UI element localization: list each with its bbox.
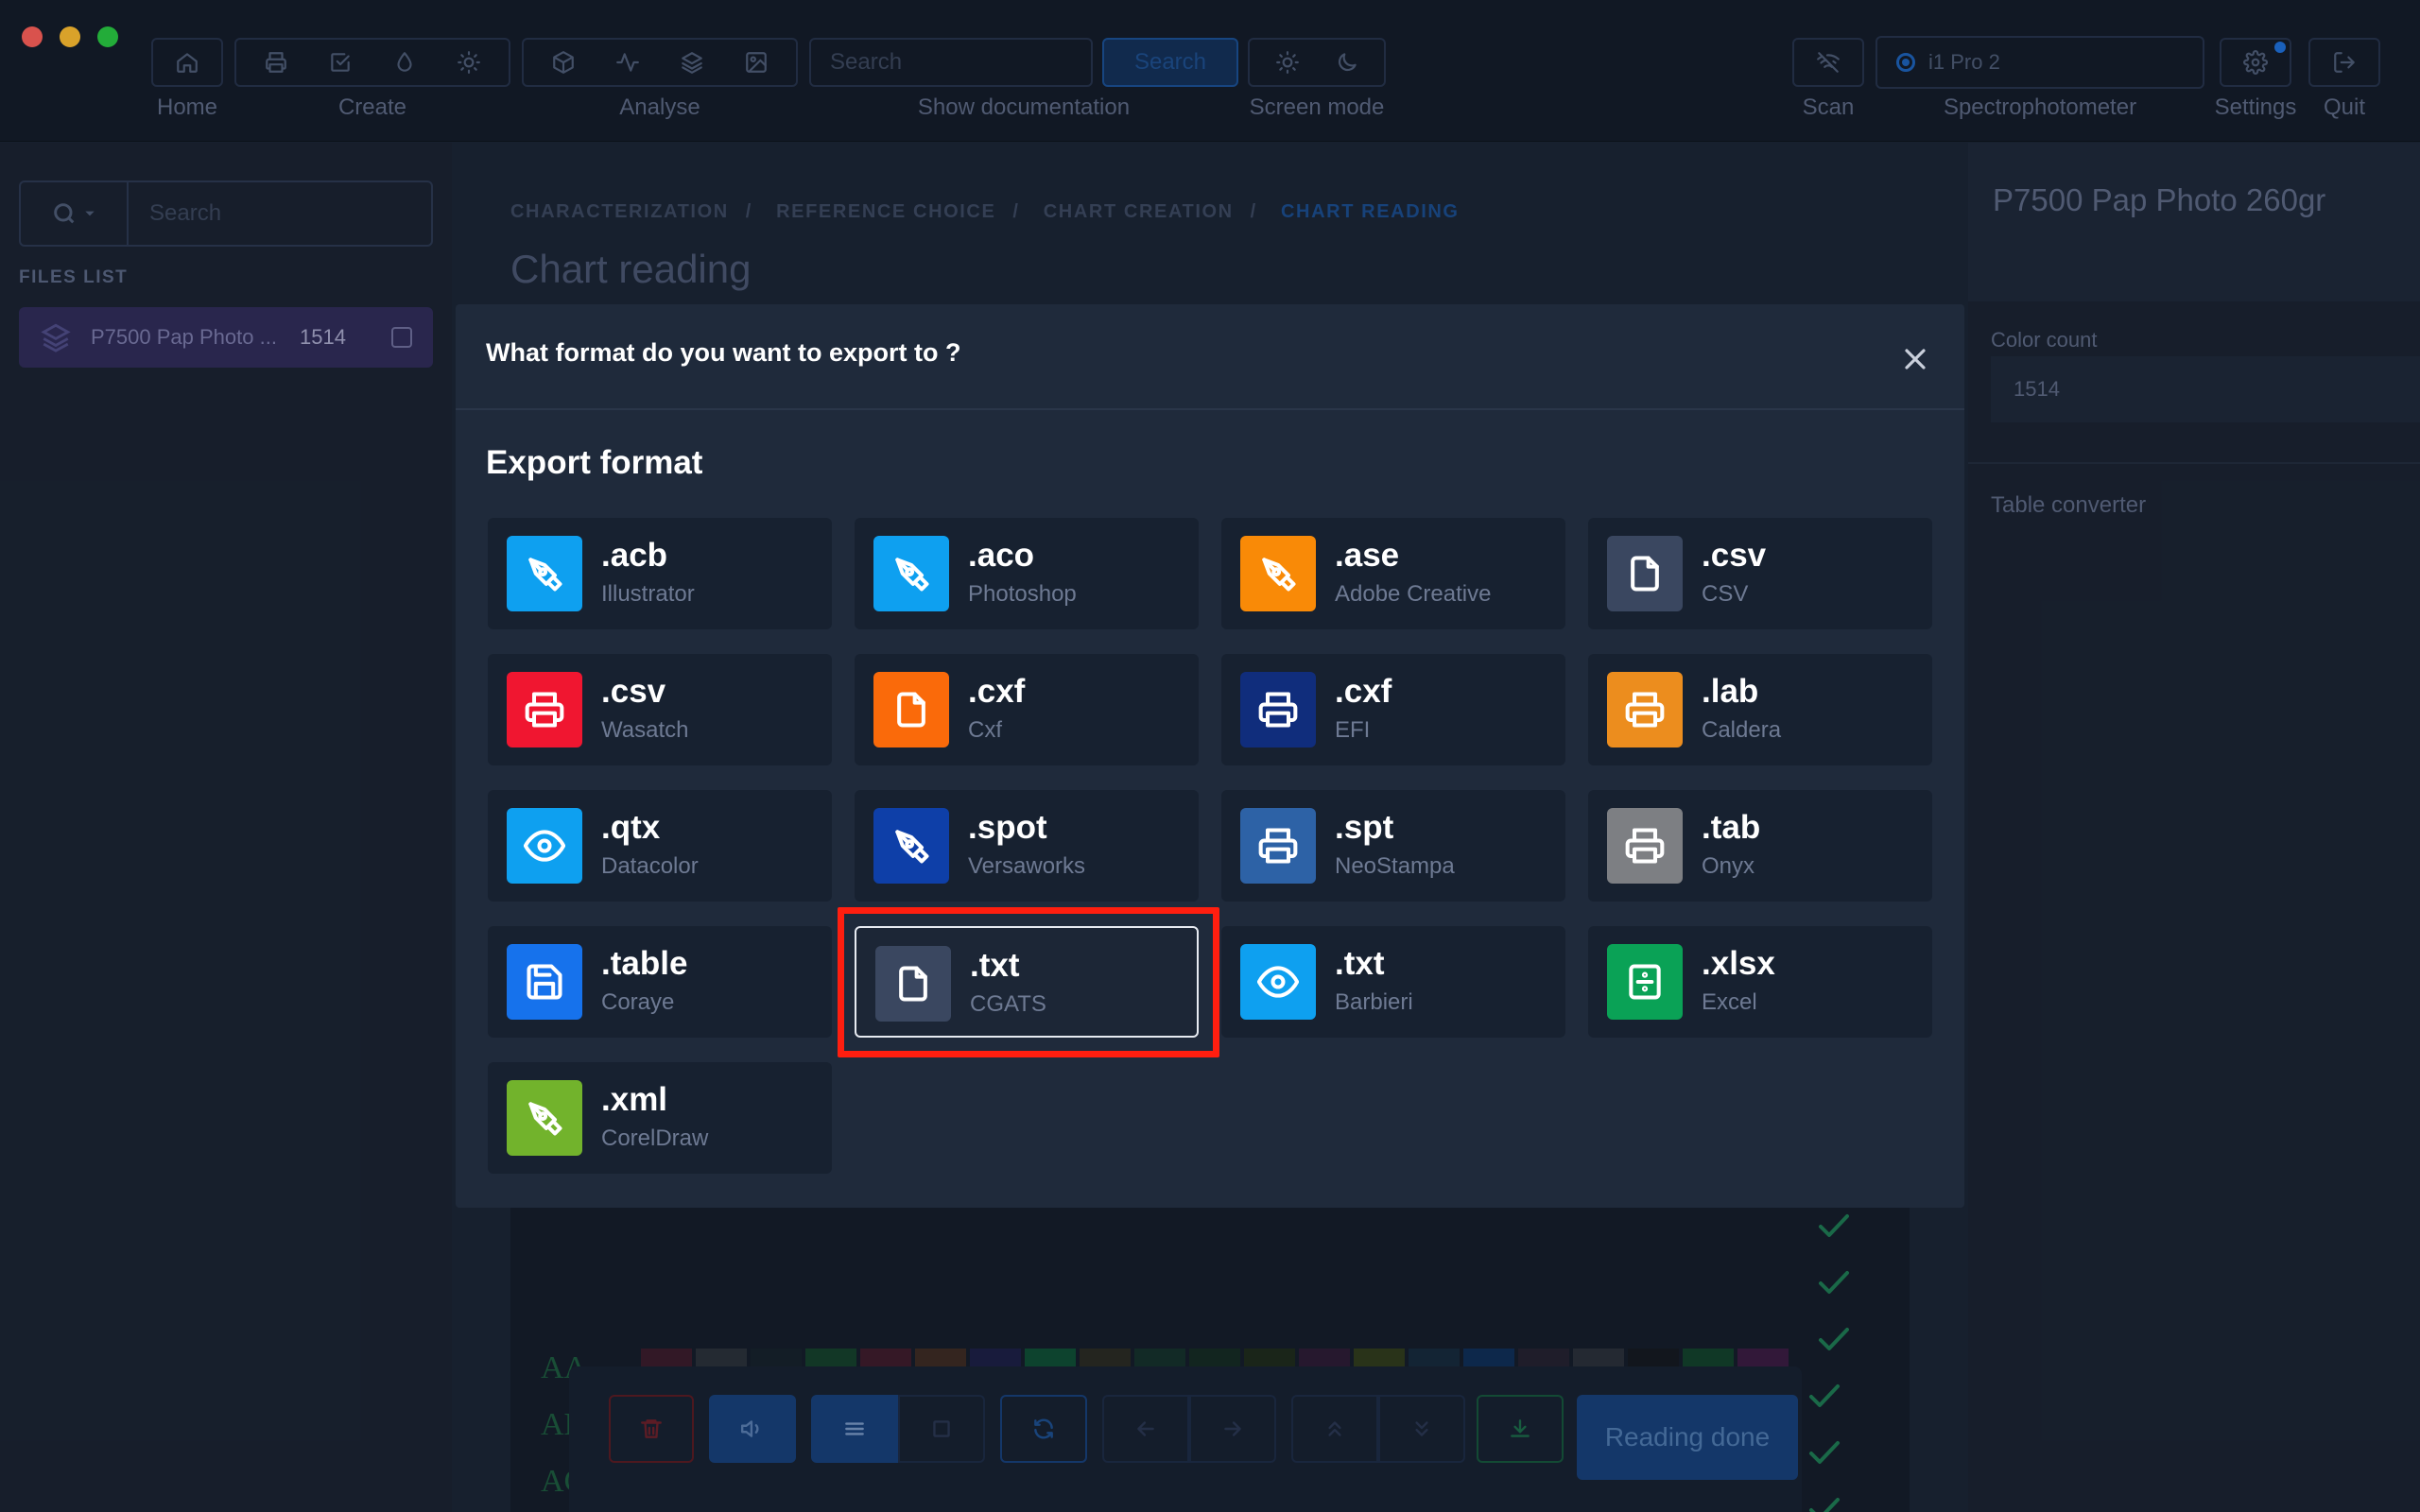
pen-icon — [873, 536, 949, 611]
format-card[interactable]: .lab Caldera — [1588, 654, 1932, 765]
format-card[interactable]: .xlsx Excel — [1588, 926, 1932, 1038]
format-name: Cxf — [968, 717, 1002, 743]
format-name: Datacolor — [601, 853, 699, 879]
close-button[interactable] — [1900, 344, 1930, 374]
dialog-header: What format do you want to export to ? — [456, 304, 1964, 410]
format-extension: .ase — [1335, 537, 1400, 574]
format-name: Excel — [1702, 989, 1757, 1015]
format-extension: .txt — [970, 947, 1020, 984]
format-extension: .csv — [1702, 537, 1767, 574]
format-name: Caldera — [1702, 717, 1782, 743]
format-card[interactable]: .table Coraye — [488, 926, 832, 1038]
dialog-title: What format do you want to export to ? — [486, 338, 961, 367]
eye-icon — [1240, 944, 1316, 1020]
format-name: Coraye — [601, 989, 675, 1015]
format-name: Versaworks — [968, 853, 1086, 879]
format-extension: .aco — [968, 537, 1035, 574]
format-name: Adobe Creative — [1335, 581, 1492, 607]
file-icon — [873, 672, 949, 747]
format-card[interactable]: .txt Barbieri — [1221, 926, 1565, 1038]
format-name: Wasatch — [601, 717, 689, 743]
format-name: Onyx — [1702, 853, 1755, 879]
printer-icon — [507, 672, 582, 747]
export-format-heading: Export format — [486, 444, 703, 481]
format-extension: .lab — [1702, 673, 1759, 710]
printer-icon — [1607, 672, 1683, 747]
format-extension: .xlsx — [1702, 945, 1775, 982]
printer-icon — [1240, 672, 1316, 747]
format-name: EFI — [1335, 717, 1371, 743]
printer-icon — [1607, 808, 1683, 884]
format-name: Illustrator — [601, 581, 695, 607]
format-card[interactable]: .qtx Datacolor — [488, 790, 832, 902]
format-extension: .csv — [601, 673, 666, 710]
format-extension: .spt — [1335, 809, 1394, 846]
format-name: CGATS — [970, 991, 1046, 1017]
format-card[interactable]: .aco Photoshop — [855, 518, 1199, 629]
format-card[interactable]: .cxf EFI — [1221, 654, 1565, 765]
eye-icon — [507, 808, 582, 884]
format-extension: .qtx — [601, 809, 661, 846]
pen-icon — [507, 536, 582, 611]
format-extension: .cxf — [1335, 673, 1392, 710]
format-card[interactable]: .ase Adobe Creative — [1221, 518, 1565, 629]
format-extension: .table — [601, 945, 688, 982]
format-card[interactable]: .tab Onyx — [1588, 790, 1932, 902]
format-card[interactable]: .acb Illustrator — [488, 518, 832, 629]
file-icon — [875, 946, 951, 1022]
format-name: NeoStampa — [1335, 853, 1455, 879]
format-card[interactable]: .csv CSV — [1588, 518, 1932, 629]
pen-icon — [873, 808, 949, 884]
format-extension: .tab — [1702, 809, 1761, 846]
format-extension: .acb — [601, 537, 668, 574]
format-name: Barbieri — [1335, 989, 1413, 1015]
format-name: CSV — [1702, 581, 1749, 607]
spreadsheet-icon — [1607, 944, 1683, 1020]
pen-icon — [507, 1080, 582, 1156]
format-card[interactable]: .cxf Cxf — [855, 654, 1199, 765]
format-card[interactable]: .spt NeoStampa — [1221, 790, 1565, 902]
format-card[interactable]: .csv Wasatch — [488, 654, 832, 765]
format-extension: .xml — [601, 1081, 668, 1118]
close-icon — [1905, 349, 1926, 369]
format-card[interactable]: .txt CGATS — [855, 926, 1199, 1038]
format-extension: .txt — [1335, 945, 1385, 982]
save-icon — [507, 944, 582, 1020]
format-extension: .cxf — [968, 673, 1026, 710]
format-name: Photoshop — [968, 581, 1077, 607]
printer-icon — [1240, 808, 1316, 884]
format-card[interactable]: .spot Versaworks — [855, 790, 1199, 902]
format-name: CorelDraw — [601, 1125, 709, 1151]
pen-icon — [1240, 536, 1316, 611]
format-card[interactable]: .xml CorelDraw — [488, 1062, 832, 1174]
format-extension: .spot — [968, 809, 1047, 846]
export-format-dialog: What format do you want to export to ? E… — [456, 304, 1964, 1208]
file-icon — [1607, 536, 1683, 611]
